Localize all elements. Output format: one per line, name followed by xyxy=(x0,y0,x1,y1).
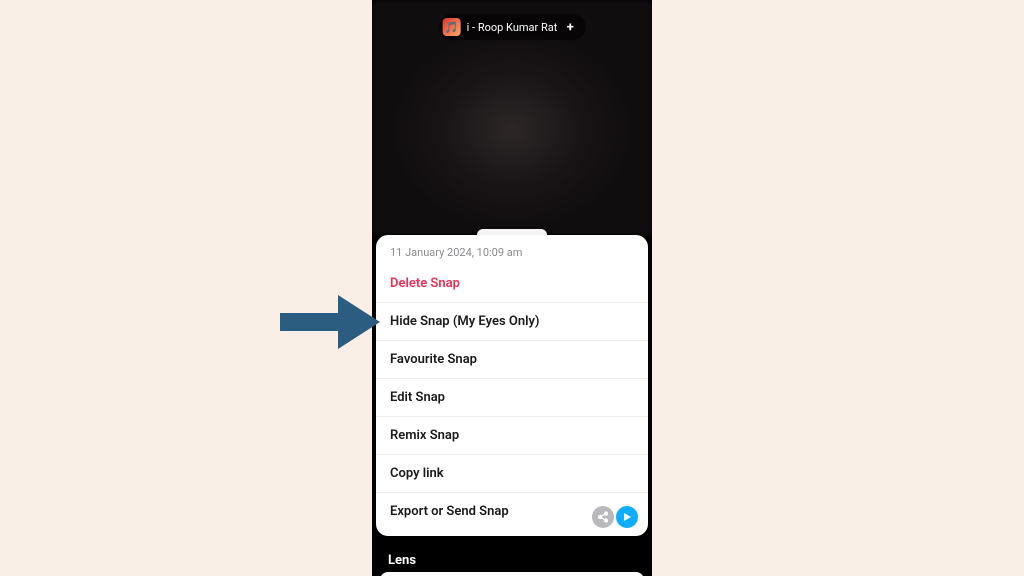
menu-delete-snap[interactable]: Delete Snap xyxy=(376,265,648,302)
music-title: i - Roop Kumar Rat xyxy=(467,21,558,34)
action-sheet: 11 January 2024, 10:09 am Delete Snap Hi… xyxy=(376,235,648,536)
menu-edit-snap[interactable]: Edit Snap xyxy=(376,378,648,416)
send-icon[interactable] xyxy=(616,506,638,528)
menu-copy-link[interactable]: Copy link xyxy=(376,454,648,492)
share-icon[interactable] xyxy=(592,506,614,528)
export-row-icons xyxy=(592,506,638,528)
music-icon: 🎵 xyxy=(443,18,461,36)
snap-timestamp: 11 January 2024, 10:09 am xyxy=(376,235,648,265)
menu-remix-snap[interactable]: Remix Snap xyxy=(376,416,648,454)
add-music-button[interactable]: + xyxy=(563,20,577,34)
menu-favourite-snap[interactable]: Favourite Snap xyxy=(376,340,648,378)
annotation-arrow xyxy=(280,295,380,349)
music-attachment-pill[interactable]: 🎵 i - Roop Kumar Rat + xyxy=(439,14,586,40)
menu-hide-snap-my-eyes-only[interactable]: Hide Snap (My Eyes Only) xyxy=(376,302,648,340)
lens-label: Lens xyxy=(388,553,416,568)
lens-panel-peek[interactable] xyxy=(380,572,644,576)
phone-frame: 🎵 i - Roop Kumar Rat + 11 January 2024, … xyxy=(372,0,652,576)
